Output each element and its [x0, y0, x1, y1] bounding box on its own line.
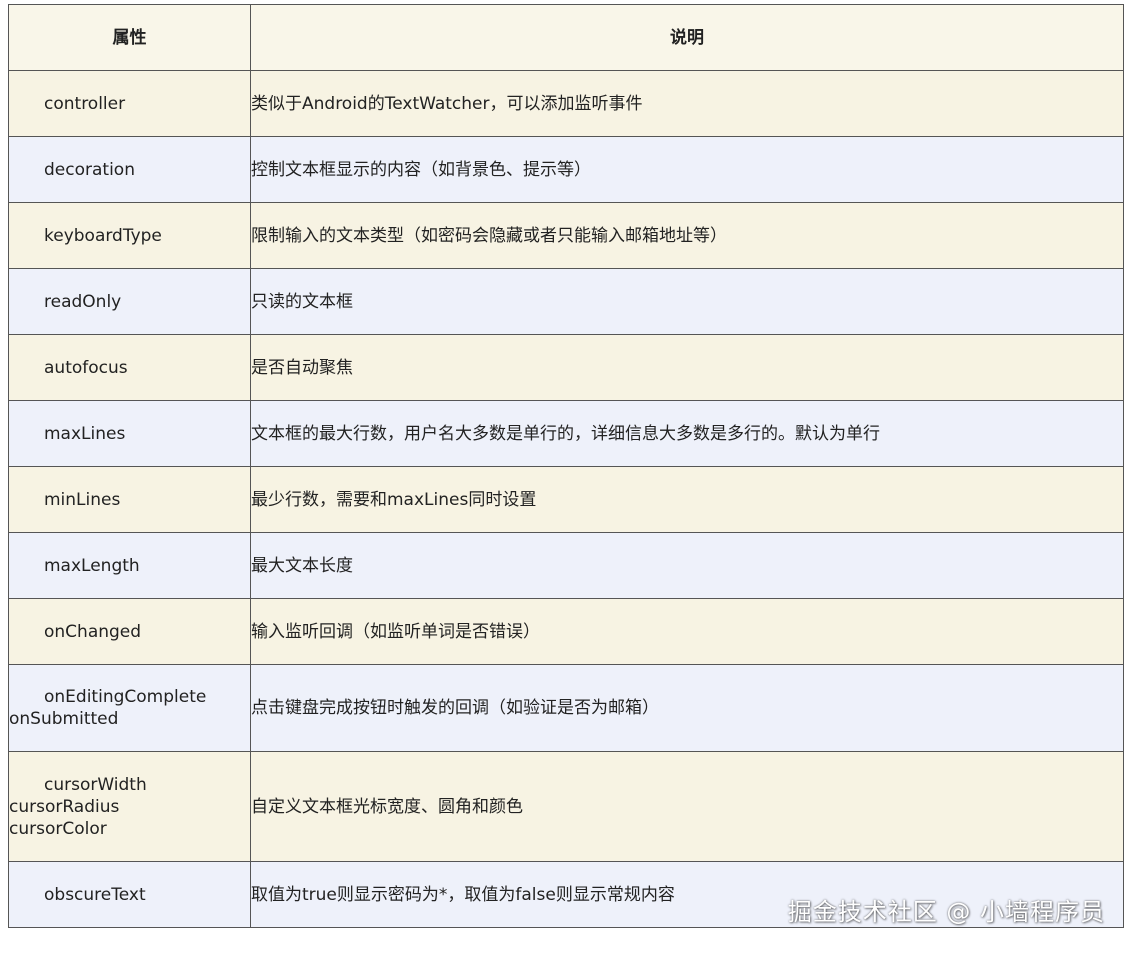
description-cell: 类似于Android的TextWatcher，可以添加监听事件	[250, 70, 1124, 137]
property-cell: maxLength	[8, 532, 251, 599]
description-cell: 文本框的最大行数，用户名大多数是单行的，详细信息大多数是多行的。默认为单行	[250, 400, 1124, 467]
description-cell: 最大文本长度	[250, 532, 1124, 599]
property-cell: readOnly	[8, 268, 251, 335]
description-cell: 点击键盘完成按钮时触发的回调（如验证是否为邮箱）	[250, 664, 1124, 752]
property-cell: obscureText	[8, 861, 251, 928]
description-cell: 只读的文本框	[250, 268, 1124, 335]
table-row: autofocus 是否自动聚焦	[8, 334, 1124, 401]
description-cell: 最少行数，需要和maxLines同时设置	[250, 466, 1124, 533]
property-name: controller	[44, 93, 126, 114]
property-name: maxLength	[44, 555, 140, 576]
watermark: 掘金技术社区 @ 小墙程序员	[787, 898, 1105, 926]
table-row: maxLines 文本框的最大行数，用户名大多数是单行的，详细信息大多数是多行的。…	[8, 400, 1124, 467]
attribute-table: 属性 说明 controller 类似于Android的TextWatcher，可…	[8, 4, 1124, 928]
property-cell: keyboardType	[8, 202, 251, 269]
table-row: keyboardType 限制输入的文本类型（如密码会隐藏或者只能输入邮箱地址等）	[8, 202, 1124, 269]
table-row: onEditingComplete onSubmitted 点击键盘完成按钮时触发的…	[8, 664, 1124, 752]
property-name: cursorColor	[9, 818, 107, 839]
property-name: onChanged	[44, 621, 142, 642]
table-row: onChanged 输入监听回调（如监听单词是否错误）	[8, 598, 1124, 665]
property-cell: minLines	[8, 466, 251, 533]
description-cell: 输入监听回调（如监听单词是否错误）	[250, 598, 1124, 665]
table-row: controller 类似于Android的TextWatcher，可以添加监听事…	[8, 70, 1124, 137]
property-cell: autofocus	[8, 334, 251, 401]
property-name: obscureText	[44, 884, 146, 905]
table-row: minLines 最少行数，需要和maxLines同时设置	[8, 466, 1124, 533]
property-cell: maxLines	[8, 400, 251, 467]
property-cell: cursorWidth cursorRadius cursorColor	[8, 751, 251, 862]
header-property: 属性	[8, 4, 251, 71]
property-name: cursorRadius	[9, 796, 120, 817]
description-cell: 控制文本框显示的内容（如背景色、提示等）	[250, 136, 1124, 203]
description-cell: 是否自动聚焦	[250, 334, 1124, 401]
header-description: 说明	[250, 4, 1124, 71]
property-cell: decoration	[8, 136, 251, 203]
table-header-row: 属性 说明	[8, 4, 1124, 71]
property-cell: onEditingComplete onSubmitted	[8, 664, 251, 752]
property-name: autofocus	[44, 357, 128, 378]
property-cell: onChanged	[8, 598, 251, 665]
property-cell: controller	[8, 70, 251, 137]
description-cell: 自定义文本框光标宽度、圆角和颜色	[250, 751, 1124, 862]
table-row: maxLength 最大文本长度	[8, 532, 1124, 599]
property-name: readOnly	[44, 291, 122, 312]
description-cell: 限制输入的文本类型（如密码会隐藏或者只能输入邮箱地址等）	[250, 202, 1124, 269]
property-name: cursorWidth	[44, 774, 147, 795]
property-name: maxLines	[44, 423, 126, 444]
property-name: minLines	[44, 489, 121, 510]
table-row: cursorWidth cursorRadius cursorColor 自定义文本框…	[8, 751, 1124, 862]
property-name: keyboardType	[44, 225, 162, 246]
table-row: readOnly 只读的文本框	[8, 268, 1124, 335]
property-name: onSubmitted	[9, 709, 119, 729]
property-name: decoration	[44, 159, 135, 180]
table-row: decoration 控制文本框显示的内容（如背景色、提示等）	[8, 136, 1124, 203]
property-name: onEditingComplete	[44, 687, 207, 707]
